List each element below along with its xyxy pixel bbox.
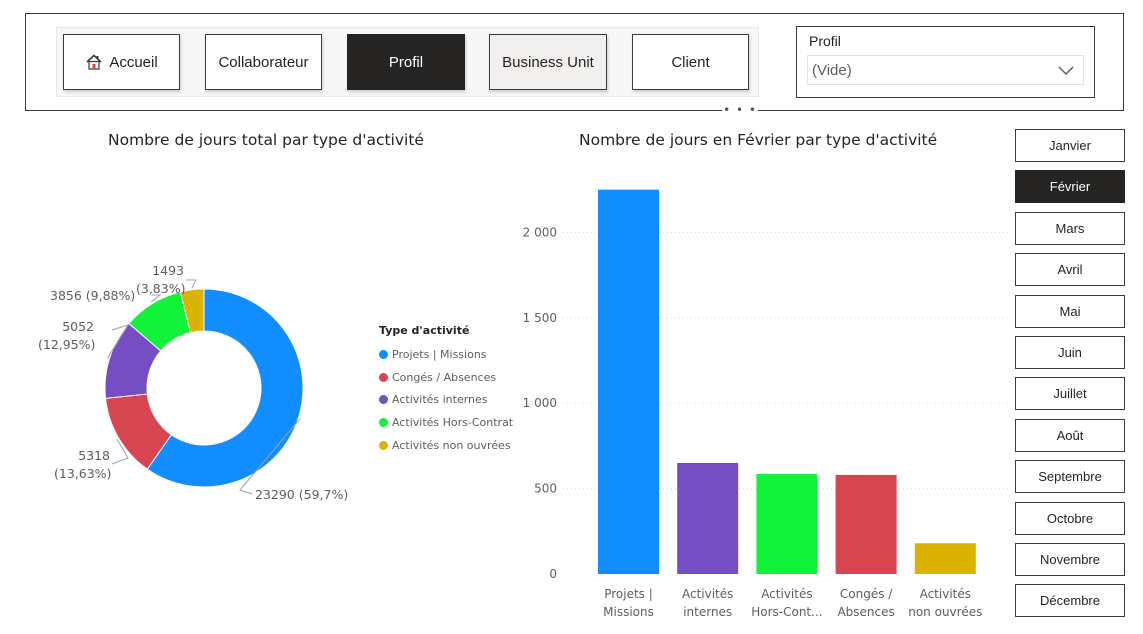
- donut-chart-title: Nombre de jours total par type d'activit…: [108, 131, 424, 149]
- slice-label-non-ouvrees: 1493 (3,83%): [136, 263, 186, 296]
- legend-label: Activités non ouvrées: [392, 438, 511, 452]
- x-tick-label: Missions: [603, 605, 654, 619]
- more-options-icon[interactable]: • • •: [722, 104, 758, 118]
- month-button[interactable]: Juin: [1015, 336, 1125, 369]
- leader-line: [239, 417, 301, 495]
- slice-label-hors-contrat: 3856 (9,88%): [50, 288, 136, 303]
- bar-chart-title: Nombre de jours en Février par type d'ac…: [579, 131, 938, 149]
- legend-label: Congés / Absences: [392, 370, 497, 384]
- legend-label: Projets | Missions: [392, 347, 487, 361]
- bar[interactable]: [756, 474, 818, 574]
- nav-button-collaborateur[interactable]: Collaborateur: [205, 34, 322, 90]
- legend-label: Activités internes: [392, 393, 488, 407]
- x-tick-label: Activités: [920, 587, 971, 601]
- slicer-title: Profil: [809, 33, 841, 49]
- x-tick-label: Activités: [761, 587, 812, 601]
- slice-label-internes: 5052 (12,95%): [38, 319, 96, 352]
- leader-line: [111, 439, 129, 465]
- nav-button-label: Accueil: [109, 53, 158, 71]
- legend-label: Activités Hors-Contrat: [392, 415, 514, 429]
- nav-button-label: Client: [671, 53, 710, 71]
- y-tick-label: 500: [534, 482, 557, 496]
- bar[interactable]: [914, 543, 976, 574]
- nav-button-label: Profil: [388, 53, 424, 71]
- bar[interactable]: [677, 462, 739, 574]
- month-button[interactable]: Décembre: [1015, 584, 1125, 618]
- x-tick-label: Projets |: [604, 587, 653, 601]
- profil-dropdown[interactable]: (Vide): [807, 55, 1084, 85]
- dropdown-value: (Vide): [812, 62, 852, 79]
- x-tick-label: Congés /: [840, 587, 893, 601]
- legend-dot-icon: [379, 349, 388, 359]
- bar[interactable]: [598, 189, 659, 574]
- month-button[interactable]: Juillet: [1015, 377, 1125, 411]
- month-button[interactable]: Avril: [1015, 253, 1125, 287]
- month-button[interactable]: Mai: [1015, 294, 1125, 328]
- legend-dot-icon: [379, 395, 388, 405]
- donut-slice[interactable]: [146, 288, 304, 488]
- y-tick-label: 1 500: [523, 311, 557, 325]
- legend-item-internes[interactable]: Activités internes: [379, 388, 513, 411]
- donut-slice[interactable]: [128, 291, 192, 352]
- slice-label-projets: 23290 (59,7%): [255, 487, 349, 502]
- donut-slice[interactable]: [104, 322, 162, 399]
- month-button[interactable]: Mars: [1015, 211, 1125, 245]
- profil-slicer: Profil (Vide): [796, 26, 1095, 98]
- nav-button-client[interactable]: Client: [632, 34, 749, 90]
- x-tick-label: Absences: [837, 605, 894, 619]
- chevron-down-icon: [1057, 62, 1075, 81]
- month-button[interactable]: Février: [1015, 170, 1125, 204]
- nav-button-business-unit[interactable]: Business Unit: [489, 34, 607, 90]
- nav-button-profil[interactable]: Profil: [347, 34, 465, 90]
- x-tick-label: internes: [683, 605, 732, 619]
- home-icon: [85, 53, 103, 71]
- x-tick-label: Hors-Cont...: [751, 605, 822, 619]
- legend-title: Type d'activité: [379, 324, 470, 337]
- legend-dot-icon: [379, 417, 388, 427]
- x-tick-label: non ouvrées: [908, 605, 982, 619]
- month-button[interactable]: Septembre: [1015, 460, 1125, 494]
- legend-item-projets[interactable]: Projets | Missions: [379, 343, 513, 366]
- slice-label-conges: 5318 (13,63%): [54, 448, 112, 481]
- donut-slice[interactable]: [104, 393, 173, 470]
- bar[interactable]: [835, 474, 897, 574]
- y-tick-label: 0: [549, 567, 557, 581]
- month-button[interactable]: Novembre: [1015, 543, 1125, 576]
- month-button[interactable]: Août: [1015, 418, 1125, 452]
- legend-item-non-ouvrees[interactable]: Activités non ouvrées: [379, 434, 513, 457]
- legend-item-hors-contrat[interactable]: Activités Hors-Contrat: [379, 411, 513, 434]
- legend-dot-icon: [379, 372, 388, 382]
- month-button[interactable]: Octobre: [1015, 501, 1125, 535]
- month-button[interactable]: Janvier: [1015, 129, 1125, 162]
- nav-button-label: Business Unit: [502, 53, 594, 71]
- donut-legend: Type d'activité Projets | Missions Congé…: [379, 324, 513, 456]
- nav-button-label: Collaborateur: [218, 53, 309, 71]
- nav-button-accueil[interactable]: Accueil: [63, 34, 180, 90]
- leader-line: [186, 279, 197, 288]
- legend-dot-icon: [379, 440, 388, 450]
- leader-line: [107, 324, 130, 359]
- y-tick-label: 2 000: [523, 225, 557, 239]
- x-tick-label: Activités: [682, 587, 733, 601]
- y-tick-label: 1 000: [523, 396, 557, 410]
- legend-item-conges[interactable]: Congés / Absences: [379, 366, 513, 389]
